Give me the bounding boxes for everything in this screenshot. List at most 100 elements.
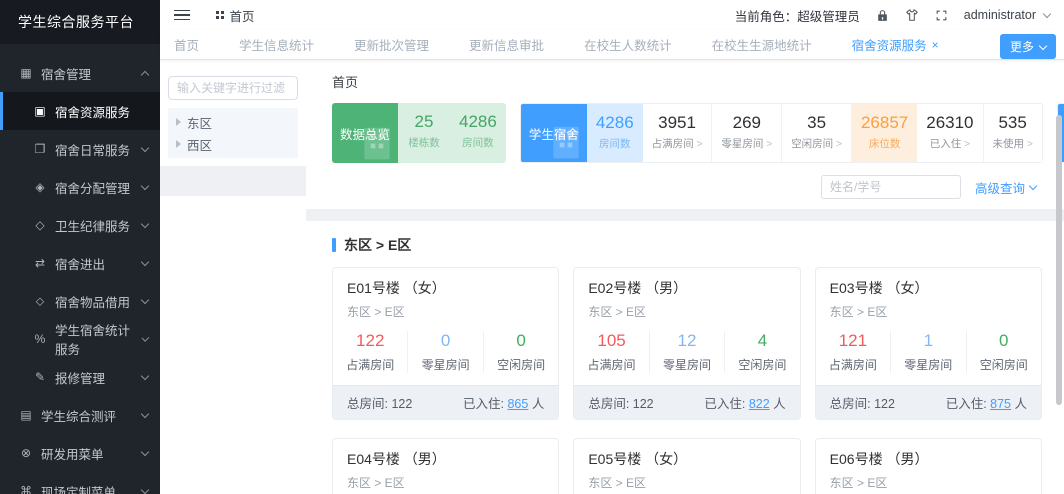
- chevron-down-icon: [140, 219, 150, 228]
- breadcrumb[interactable]: 首页: [216, 6, 255, 25]
- sidebar-item-dorm-daily-service[interactable]: ❐ 宿舍日常服务: [0, 130, 160, 168]
- sidebar-item-dev-menu[interactable]: ⊗ 研发用菜单: [0, 434, 160, 472]
- arrow-right-icon: >: [696, 139, 703, 150]
- area-tree-panel: 东区 西区: [160, 60, 306, 494]
- close-tab-icon[interactable]: ×: [932, 38, 939, 52]
- sidebar-item-dorm-statistics[interactable]: % 学生宿舍统计服务: [0, 320, 160, 358]
- overview-card: 数据总览 25 楼栋数 4286 房间数: [332, 103, 506, 163]
- occupied-count-link[interactable]: 822: [749, 397, 770, 411]
- tag-icon: ⬦: [35, 293, 45, 308]
- app-window: 学生综合服务平台 ▦ 宿舍管理 ▣ 宿舍资源服务 ❐ 宿舍日常服务 ◈ 宿舍分配…: [0, 0, 1064, 494]
- sidebar-item-comprehensive-evaluation[interactable]: ▤ 学生综合测评: [0, 396, 160, 434]
- sidebar-item-repair-management[interactable]: ✎ 报修管理: [0, 358, 160, 396]
- user-menu[interactable]: administrator: [963, 8, 1052, 22]
- caret-right-icon: [176, 140, 181, 148]
- occupied-count: 已入住: 822 人: [704, 397, 786, 411]
- tree-node-west[interactable]: 西区: [168, 133, 298, 155]
- sidebar-item-dorm-management[interactable]: ▦ 宿舍管理: [0, 54, 160, 92]
- dorm-unused-beds[interactable]: 535 未使用 >: [983, 104, 1042, 162]
- arrow-right-icon: >: [1026, 139, 1033, 150]
- full-rooms-stat: 105 占满房间: [574, 331, 650, 373]
- total-rooms: 总房间: 122: [588, 397, 654, 411]
- name-or-id-search-input[interactable]: [820, 175, 961, 199]
- chevron-down-icon: [1038, 41, 1048, 50]
- total-rooms: 总房间: 122: [347, 397, 413, 411]
- building-card-e04[interactable]: E04号楼 （男） 东区 > E区 123占满房间 10零星房间 2空闲房间: [332, 438, 560, 494]
- advanced-search-link[interactable]: 高级查询: [975, 178, 1038, 197]
- building-cards-grid: E01号楼 （女） 东区 > E区 122 占满房间 0 零星房间 0 空闲房间 总房…: [332, 267, 1042, 494]
- occupied-count: 已入住: 875 人: [945, 397, 1027, 411]
- building-card-e02[interactable]: E02号楼 （男） 东区 > E区 105 占满房间 12 零星房间 4 空闲房间 总…: [573, 267, 801, 420]
- free-rooms-stat: 0 空闲房间: [979, 331, 1028, 372]
- chevron-down-icon: [1042, 9, 1052, 18]
- overview-room-count: 4286 房间数: [450, 103, 506, 163]
- chevron-down-icon: [140, 181, 150, 190]
- buildings-panel: 东区 > E区 E01号楼 （女） 东区 > E区 122 占满房间 0 零星房间: [306, 221, 1064, 494]
- app-logo-title: 学生综合服务平台: [0, 0, 160, 44]
- building-card-e05[interactable]: E05号楼 （女） 东区 > E区 124占满房间 10零星房间 1空闲房间: [573, 438, 801, 494]
- tree-node-east[interactable]: 东区: [168, 111, 298, 133]
- building-card-e01[interactable]: E01号楼 （女） 东区 > E区 122 占满房间 0 零星房间 0 空闲房间 总房…: [332, 267, 560, 420]
- sidebar-item-custom-menu[interactable]: ⌘ 现场定制菜单: [0, 472, 160, 494]
- full-rooms-stat: 122 占满房间: [333, 331, 409, 373]
- fullscreen-icon[interactable]: [935, 9, 948, 22]
- tabbar: 首页 学生信息统计 更新批次管理 更新信息审批 在校生人数统计 在校生生源地统计…: [160, 30, 1064, 60]
- username: administrator: [963, 8, 1036, 22]
- arrow-right-icon: >: [836, 139, 842, 150]
- caret-right-icon: [176, 118, 181, 126]
- lock-icon[interactable]: [876, 9, 889, 22]
- building-card-e03[interactable]: E03号楼 （女） 东区 > E区 121 占满房间 1 零星房间 0 空闲房间 总房…: [814, 267, 1042, 420]
- pencil-square-icon: ✎: [34, 370, 46, 384]
- document-icon: ❐: [34, 142, 46, 156]
- tab-dorm-resource-service[interactable]: 宿舍资源服务 ×: [852, 35, 939, 54]
- student-dorm-card-title: 学生宿舍: [520, 104, 587, 162]
- stats-panel: 首页 数据总览 25 楼栋数 4286 房间数 学生宿舍 4286 房间数 39…: [306, 60, 1064, 209]
- chevron-down-icon: [140, 447, 150, 456]
- tab-enrolled-count-stats[interactable]: 在校生人数统计: [584, 35, 672, 54]
- arrow-right-icon: >: [766, 139, 773, 150]
- percent-icon: %: [34, 332, 46, 346]
- main-area: 首页 数据总览 25 楼栋数 4286 房间数 学生宿舍 4286 房间数 39…: [306, 60, 1064, 494]
- dorm-free-rooms[interactable]: 35 空闲房间 >: [782, 104, 852, 162]
- free-rooms-stat: 0 空闲房间: [497, 331, 546, 372]
- tab-update-info-approval[interactable]: 更新信息审批: [469, 35, 544, 54]
- chevron-down-icon: [140, 295, 150, 304]
- topbar: 首页 当前角色：超级管理员 administrator: [160, 0, 1064, 30]
- chevron-down-icon: [140, 409, 150, 418]
- tab-update-batch-management[interactable]: 更新批次管理: [354, 35, 429, 54]
- sidebar-item-hygiene-discipline[interactable]: ◇ 卫生纪律服务: [0, 206, 160, 244]
- sidebar-item-dorm-allocation[interactable]: ◈ 宿舍分配管理: [0, 168, 160, 206]
- total-rooms: 总房间: 122: [829, 397, 895, 411]
- sidebar-menu: ▦ 宿舍管理 ▣ 宿舍资源服务 ❐ 宿舍日常服务 ◈ 宿舍分配管理 ◇ 卫生纪律…: [0, 44, 160, 494]
- tag-icon: ◈: [35, 180, 45, 194]
- edit-document-icon: ▤: [20, 408, 32, 422]
- chevron-up-icon: [140, 70, 150, 80]
- full-rooms-stat: 121 占满房间: [816, 331, 892, 373]
- tree-filter-input[interactable]: [168, 76, 298, 100]
- sidebar-item-dorm-resource-service[interactable]: ▣ 宿舍资源服务: [0, 92, 160, 130]
- dorm-occupied-beds[interactable]: 26310 已入住 >: [917, 104, 984, 162]
- tab-student-info-stats[interactable]: 学生信息统计: [239, 35, 314, 54]
- building-card-e06[interactable]: E06号楼 （男） 东区 > E区 125占满房间 8零星房间 1空闲房间: [814, 438, 1042, 494]
- tab-home[interactable]: 首页: [174, 35, 199, 54]
- scattered-rooms-stat: 1 零星房间: [891, 331, 967, 373]
- theme-shirt-icon[interactable]: [905, 8, 919, 22]
- more-button[interactable]: 更多: [999, 34, 1056, 59]
- building-icon: ▦: [20, 66, 32, 80]
- overview-card-title: 数据总览: [332, 103, 398, 163]
- tab-enrolled-origin-stats[interactable]: 在校生生源地统计: [712, 35, 812, 54]
- sidebar-item-dorm-entry-exit[interactable]: ⇄ 宿舍进出: [0, 244, 160, 282]
- command-icon: ⌘: [20, 484, 32, 494]
- current-role: 当前角色：超级管理员: [734, 9, 860, 24]
- hamburger-menu-icon[interactable]: [174, 9, 190, 21]
- sidebar-item-item-borrowing[interactable]: ⬦ 宿舍物品借用: [0, 282, 160, 320]
- vertical-scrollbar[interactable]: [1056, 115, 1062, 405]
- chevron-down-icon: [141, 333, 150, 342]
- dorm-bed-count: 26857 床位数: [851, 104, 918, 162]
- dorm-scattered-rooms[interactable]: 269 零星房间 >: [712, 104, 783, 162]
- occupied-count-link[interactable]: 865: [507, 397, 528, 411]
- scattered-rooms-stat: 0 零星房间: [408, 331, 484, 373]
- chevron-down-icon: [1028, 181, 1038, 191]
- occupied-count-link[interactable]: 875: [990, 397, 1011, 411]
- dorm-full-rooms[interactable]: 3951 占满房间 >: [642, 104, 713, 162]
